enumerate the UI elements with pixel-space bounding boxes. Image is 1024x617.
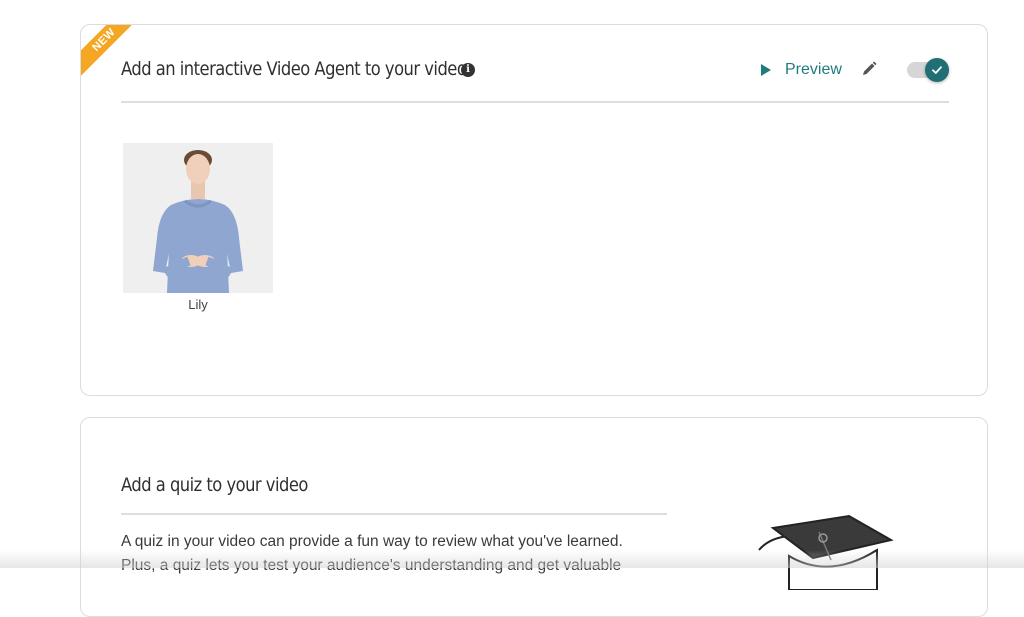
toggle-knob bbox=[925, 58, 949, 82]
play-icon bbox=[761, 64, 771, 76]
agent-avatar-image bbox=[123, 143, 273, 293]
quiz-divider bbox=[121, 513, 667, 515]
video-agent-toggle[interactable] bbox=[907, 58, 949, 82]
graduation-cap-icon bbox=[758, 514, 894, 590]
agent-tile-lily[interactable]: Lily bbox=[123, 143, 273, 312]
preview-label: Preview bbox=[785, 61, 842, 78]
check-icon bbox=[932, 66, 942, 74]
quiz-card: Add a quiz to your video A quiz in your … bbox=[80, 417, 988, 617]
quiz-title: Add a quiz to your video bbox=[121, 474, 308, 496]
pencil-icon[interactable] bbox=[861, 61, 877, 77]
agent-name: Lily bbox=[188, 297, 208, 312]
preview-button[interactable]: Preview bbox=[761, 61, 842, 79]
video-agent-title: Add an interactive Video Agent to your v… bbox=[121, 58, 471, 80]
info-icon[interactable]: i bbox=[461, 63, 475, 77]
video-agent-card: NEW Add an interactive Video Agent to yo… bbox=[80, 24, 988, 396]
quiz-description: A quiz in your video can provide a fun w… bbox=[121, 533, 623, 574]
title-divider bbox=[121, 101, 949, 103]
